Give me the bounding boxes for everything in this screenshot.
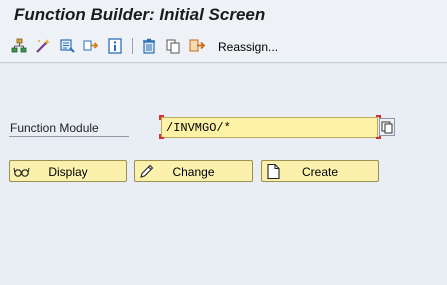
required-marker [159,115,164,120]
page-title: Function Builder: Initial Screen [14,5,266,24]
where-used-icon[interactable] [82,37,100,55]
value-help-icon [381,121,393,134]
title-bar: Function Builder: Initial Screen [0,0,447,30]
info-icon[interactable] [106,37,124,55]
change-button-label: Change [172,165,215,179]
toolbar-separator [132,38,133,54]
required-marker [159,134,164,139]
create-button[interactable]: Create [261,160,379,182]
magic-wand-icon[interactable] [34,37,52,55]
application-toolbar: Reassign... [0,30,447,63]
display-button-label: Display [48,165,88,179]
value-help-button[interactable] [379,118,395,136]
create-button-label: Create [301,165,339,179]
function-module-input[interactable] [161,117,378,138]
rename-icon[interactable] [188,37,206,55]
reassign-button[interactable]: Reassign... [218,40,278,54]
display-button[interactable]: Display [9,160,127,182]
main-area: Function Module Display Change Create [0,64,447,285]
delete-icon[interactable] [140,37,158,55]
copy-icon[interactable] [164,37,182,55]
change-button[interactable]: Change [134,160,253,182]
label-underline [9,136,129,137]
test-icon[interactable] [58,37,76,55]
hierarchy-icon[interactable] [10,37,28,55]
function-module-label: Function Module [10,121,99,135]
